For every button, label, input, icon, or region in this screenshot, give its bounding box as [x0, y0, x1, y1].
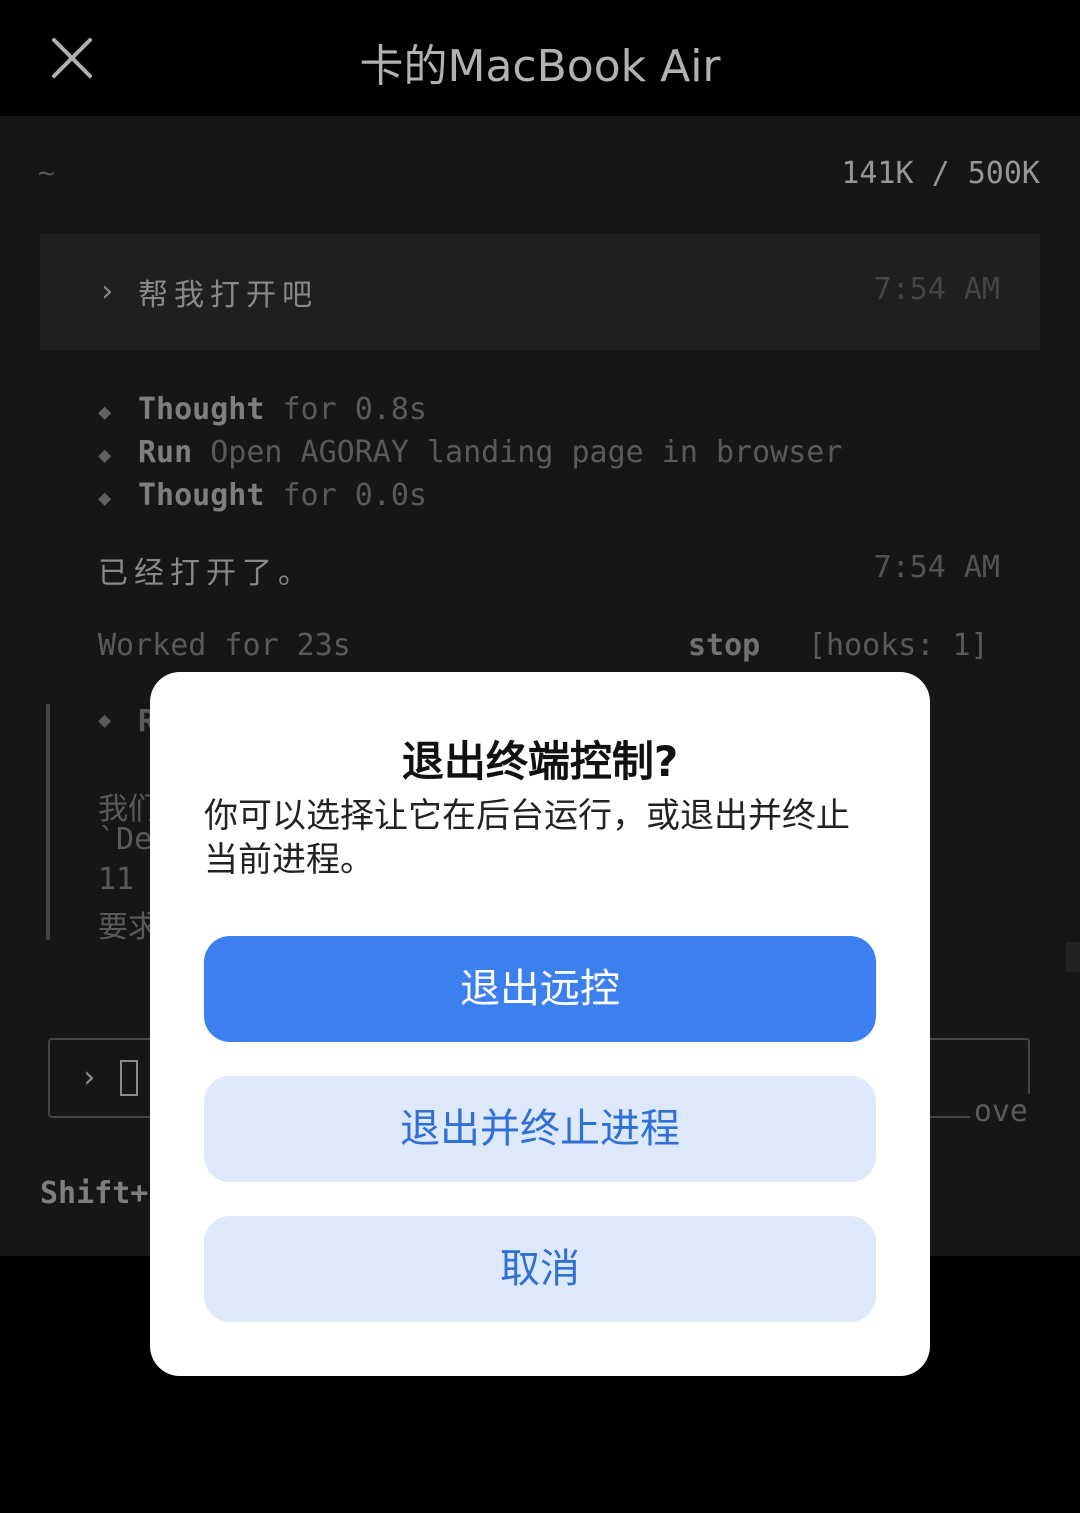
exit-dialog: 退出终端控制? 你可以选择让它在后台运行，或退出并终止当前进程。 退出远控 退出… [150, 672, 930, 1376]
exit-and-kill-button[interactable]: 退出并终止进程 [204, 1076, 876, 1182]
dialog-message: 你可以选择让它在后台运行，或退出并终止当前进程。 [204, 796, 850, 880]
cancel-button[interactable]: 取消 [204, 1216, 876, 1322]
exit-remote-button[interactable]: 退出远控 [204, 936, 876, 1042]
dialog-title: 退出终端控制? [401, 737, 679, 786]
